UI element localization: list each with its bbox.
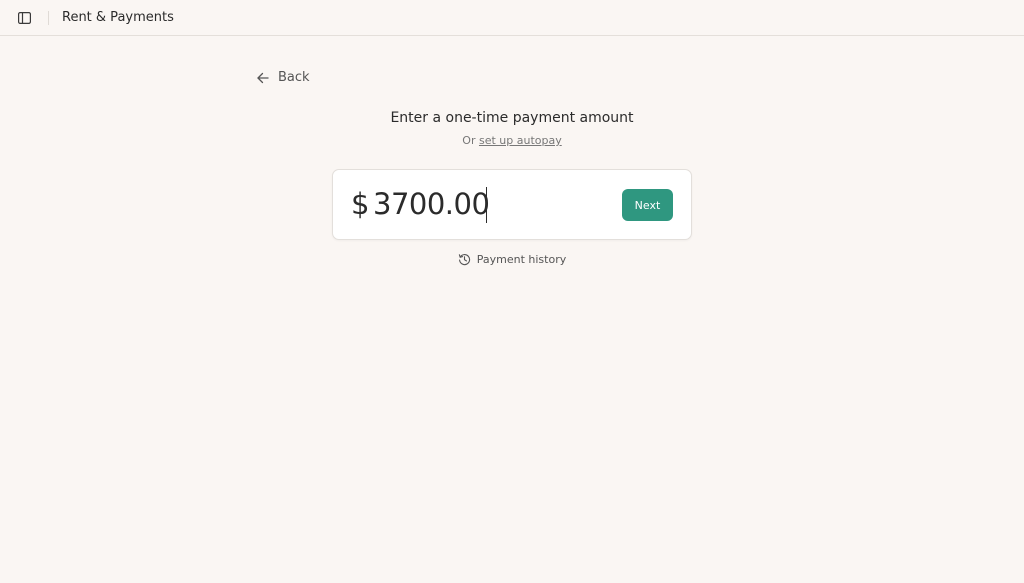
amount-card: $ Next — [332, 169, 692, 240]
back-label: Back — [278, 70, 310, 85]
top-bar: Rent & Payments — [0, 0, 1024, 36]
back-link[interactable]: Back — [256, 70, 310, 85]
sidebar-panel-icon[interactable] — [16, 10, 32, 26]
payment-heading: Enter a one-time payment amount — [390, 110, 634, 126]
amount-input[interactable] — [373, 186, 613, 222]
text-caret — [486, 187, 487, 223]
history-clock-icon — [458, 253, 471, 266]
subline-prefix: Or — [462, 134, 476, 147]
page-title: Rent & Payments — [62, 10, 174, 25]
next-button[interactable]: Next — [622, 189, 673, 221]
topbar-divider — [48, 10, 49, 25]
payment-history-label: Payment history — [476, 253, 567, 266]
currency-symbol: $ — [351, 187, 370, 221]
arrow-left-icon — [256, 71, 270, 85]
payment-history-link[interactable]: Payment history — [458, 253, 567, 266]
setup-autopay-link[interactable]: set up autopay — [479, 134, 562, 147]
payment-history-row: Payment history — [0, 253, 1024, 266]
autopay-subline: Or set up autopay — [0, 134, 1024, 147]
